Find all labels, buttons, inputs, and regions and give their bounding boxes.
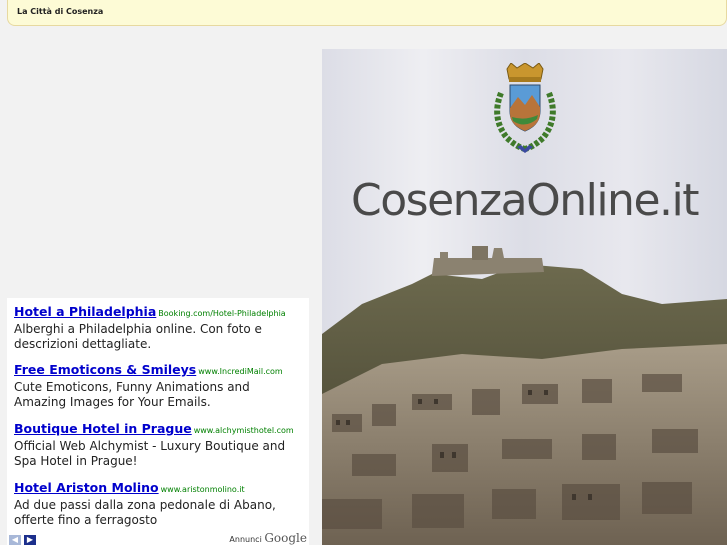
ad-url[interactable]: www.aristonmolino.it (161, 485, 245, 494)
coat-of-arms-icon (494, 63, 556, 153)
ad-prev-button[interactable]: ◀ (9, 535, 21, 545)
annunci-label: Annunci (229, 535, 262, 544)
ad-title-link[interactable]: Hotel Ariston Molino (14, 480, 159, 495)
ad-url[interactable]: Booking.com/Hotel-Philadelphia (158, 309, 285, 318)
ad-item[interactable]: Boutique Hotel in Prague www.alchymisthot… (14, 420, 304, 469)
ad-url[interactable]: www.IncrediMail.com (198, 367, 282, 376)
ad-description: Cute Emoticons, Funny Animations and Ama… (14, 380, 250, 409)
ad-item[interactable]: Free Emoticons & Smileys www.IncrediMail.… (14, 361, 304, 410)
header-bar: La Città di Cosenza (7, 0, 727, 26)
ad-title-link[interactable]: Free Emoticons & Smileys (14, 362, 196, 377)
ad-description: Official Web Alchymist - Luxury Boutique… (14, 439, 286, 468)
ads-by-google[interactable]: Annunci Google (229, 531, 307, 545)
site-logo: CosenzaOnline.it (351, 175, 699, 226)
ad-description: Ad due passi dalla zona pedonale di Aban… (14, 498, 276, 527)
ad-item[interactable]: Hotel a Philadelphia Booking.com/Hotel-Ph… (14, 303, 304, 352)
ad-panel: Hotel a Philadelphia Booking.com/Hotel-Ph… (7, 298, 309, 545)
ad-pager: ◀ ▶ (9, 535, 36, 545)
hero-banner: CosenzaOnline.it (322, 49, 727, 545)
ad-item[interactable]: Hotel Ariston Molino www.aristonmolino.it… (14, 479, 304, 528)
city-photo (322, 246, 727, 545)
ad-title-link[interactable]: Hotel a Philadelphia (14, 304, 156, 319)
ad-next-button[interactable]: ▶ (24, 535, 36, 545)
page-title: La Città di Cosenza (17, 7, 104, 16)
ad-description: Alberghi a Philadelphia online. Con foto… (14, 322, 262, 351)
ad-title-link[interactable]: Boutique Hotel in Prague (14, 421, 192, 436)
ad-url[interactable]: www.alchymisthotel.com (194, 426, 294, 435)
google-logo: Google (264, 531, 307, 545)
